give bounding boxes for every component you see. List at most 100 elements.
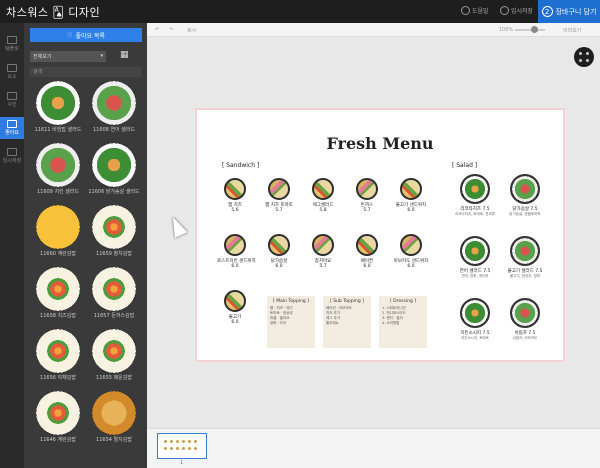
sandwich-item[interactable]: 아보카도 샌드위치 6.0	[393, 234, 429, 269]
sandwich-price: 5.7	[363, 208, 371, 213]
nav-drafts[interactable]: 임시저장	[0, 145, 24, 167]
thumbnail-item[interactable]: 11606 닭가슴살 샐러드	[88, 143, 140, 195]
grid-view-icon[interactable]: ▦	[120, 51, 129, 60]
thumbnail-label: 11656 야채김밥	[40, 375, 76, 381]
preview-button[interactable]: 미리보기	[563, 27, 581, 34]
salad-item[interactable]: 쉬림프 7.5 쉬림프, 아보카도	[497, 298, 553, 341]
undo-button[interactable]: ↶	[155, 27, 159, 33]
favorites-button[interactable]: ♡ 좋아요 목록	[30, 28, 142, 42]
search-input[interactable]: 검색	[30, 67, 142, 77]
thumbnail-item[interactable]: 11658 치즈김밥	[32, 267, 84, 319]
sandwich-item[interactable]: 햄 치즈 토마토 5.7	[261, 178, 297, 213]
salad-item[interactable]: 닭가슴살 7.5 닭가슴살, 방울토마토	[497, 174, 553, 217]
sandwich-item[interactable]: 참치마요 5.7	[305, 234, 341, 269]
thumbnail-label: 11646 계란김밥	[40, 437, 76, 443]
category-select[interactable]: 전체보기 ▾	[30, 51, 106, 62]
sandwich-item[interactable]: 베이컨 6.0	[349, 234, 385, 269]
thumbnail-item[interactable]: 11656 야채김밥	[32, 329, 84, 381]
page-thumbnail[interactable]	[157, 433, 207, 459]
topping-box-title: [ Dressing ]	[389, 299, 416, 304]
salad-image	[510, 298, 540, 328]
elements-icon	[7, 64, 17, 72]
sandwich-item[interactable]: 불고기 6.0	[217, 290, 253, 325]
sandwich-image	[224, 290, 246, 312]
heart-icon	[7, 120, 17, 128]
thumbnail-item[interactable]: 11611 비빔밥 샐러드	[32, 81, 84, 133]
thumbnail-item[interactable]: 11655 매운김밥	[88, 329, 140, 381]
zoom-slider-handle[interactable]	[531, 26, 538, 33]
help-button[interactable]: 도움말	[461, 6, 489, 15]
photo-icon	[7, 92, 17, 100]
salad-item[interactable]: 불고기 샐러드 7.5 불고기, 양상추, 양파	[497, 236, 553, 279]
thumbnail-item[interactable]: 11608 연어 샐러드	[88, 81, 140, 133]
sandwich-item[interactable]: 로스트치킨 샌드위치 6.0	[217, 234, 256, 269]
sandwich-item[interactable]: 돈까스 5.7	[349, 178, 385, 213]
topping-box[interactable]: [ Main Topping ] 햄 · 치즈 · 에그 토마토 · 양상추 피클 ·…	[267, 296, 315, 348]
thumb-dot	[164, 447, 167, 450]
thumbnail-item[interactable]: 11659 참치김밥	[88, 205, 140, 257]
topping-box-title: [ Main Topping ]	[273, 299, 309, 304]
thumbnail-item[interactable]: 11660 계란김밥	[32, 205, 84, 257]
sandwich-image	[224, 234, 246, 256]
sandwich-image	[400, 234, 422, 256]
save-draft-button[interactable]: 임시저장	[500, 6, 533, 15]
thumb-dot	[176, 447, 179, 450]
top-bar: 차스워스 🂡 디자인 도움말 임시저장 2 장바구니 담기	[0, 0, 600, 23]
food-image	[92, 81, 136, 125]
topping-box[interactable]: [ Sub Topping ] 베이컨 · 아보카도 치즈 추가 에그 추가 할라피뇨	[323, 296, 371, 348]
redo-button[interactable]: ↷	[169, 27, 173, 33]
thumb-dot	[170, 447, 173, 450]
thumb-dot	[164, 440, 167, 443]
sandwich-header: [ Sandwich ]	[222, 162, 260, 169]
zoom-level: 100%	[499, 27, 514, 33]
food-image	[92, 391, 136, 435]
salad-description: 치킨소시지, 토마토	[461, 336, 489, 340]
thumbnail-item[interactable]: 11609 치킨 샐러드	[32, 143, 84, 195]
add-to-cart-button[interactable]: 2 장바구니 담기	[538, 0, 600, 23]
salad-description: 불고기, 양상추, 양파	[509, 274, 541, 278]
thumbnail-item[interactable]: 11657 돈까스김밥	[88, 267, 140, 319]
sandwich-item[interactable]: 햄 치즈 5.6	[217, 178, 253, 213]
sandwich-image	[268, 234, 290, 256]
nav-photos[interactable]: 사진	[0, 89, 24, 111]
sandwich-price: 6.0	[275, 264, 283, 269]
page-number: 1	[180, 460, 184, 466]
sandwich-item[interactable]: 에그샐러드 5.8	[305, 178, 341, 213]
salad-description: 쉬림프, 아보카도	[512, 336, 538, 340]
food-image	[36, 267, 80, 311]
sandwich-item[interactable]: 불고기 샌드위치 6.0	[393, 178, 429, 213]
food-image	[36, 143, 80, 187]
cart-step-badge: 2	[541, 6, 553, 17]
page-strip: 1	[147, 428, 600, 468]
topping-box[interactable]: [ Dressing ] 1. 스위트어니언 2. 허니머스타드 3. 랜치 · 칠리…	[379, 296, 427, 348]
salad-item[interactable]: 치킨소시지 7.5 치킨소시지, 토마토	[447, 298, 503, 341]
nav-elements[interactable]: 요소	[0, 61, 24, 83]
copy-button[interactable]: 복사	[187, 27, 196, 34]
topping-line: 4. 오리엔탈	[382, 321, 400, 325]
thumb-dot	[182, 440, 185, 443]
food-image	[36, 81, 80, 125]
nav-likes[interactable]: 좋아요	[0, 117, 24, 139]
sandwich-price: 6.0	[231, 320, 239, 325]
salad-item[interactable]: 연어 샐러드 7.5 연어, 양파, 케이퍼	[447, 236, 503, 279]
thumbnail-item[interactable]: 11654 멸치김밥	[88, 391, 140, 443]
help-icon	[461, 6, 470, 15]
zoom-slider[interactable]	[515, 29, 545, 31]
sandwich-image	[356, 234, 378, 256]
design-canvas[interactable]: Fresh Menu [ Sandwich ] [ Salad ] 햄 치즈 5.…	[195, 108, 565, 362]
salad-item[interactable]: 리코타치즈 7.5 리코타치즈, 토마토, 견과류	[447, 174, 503, 217]
thumb-dot	[182, 447, 185, 450]
more-menu-button[interactable]	[574, 47, 594, 67]
menu-title: Fresh Menu	[326, 134, 434, 153]
thumbnail-item[interactable]: 11646 계란김밥	[32, 391, 84, 443]
sandwich-image	[224, 178, 246, 200]
sandwich-item[interactable]: 닭가슴살 6.0	[261, 234, 297, 269]
thumbnail-label: 11660 계란김밥	[40, 251, 76, 257]
sandwich-price: 6.0	[407, 264, 415, 269]
salad-image	[460, 236, 490, 266]
sandwich-image	[312, 178, 334, 200]
nav-templates[interactable]: 템플릿	[0, 33, 24, 55]
food-image	[92, 143, 136, 187]
salad-description: 연어, 양파, 케이퍼	[461, 274, 489, 278]
sandwich-image	[356, 178, 378, 200]
